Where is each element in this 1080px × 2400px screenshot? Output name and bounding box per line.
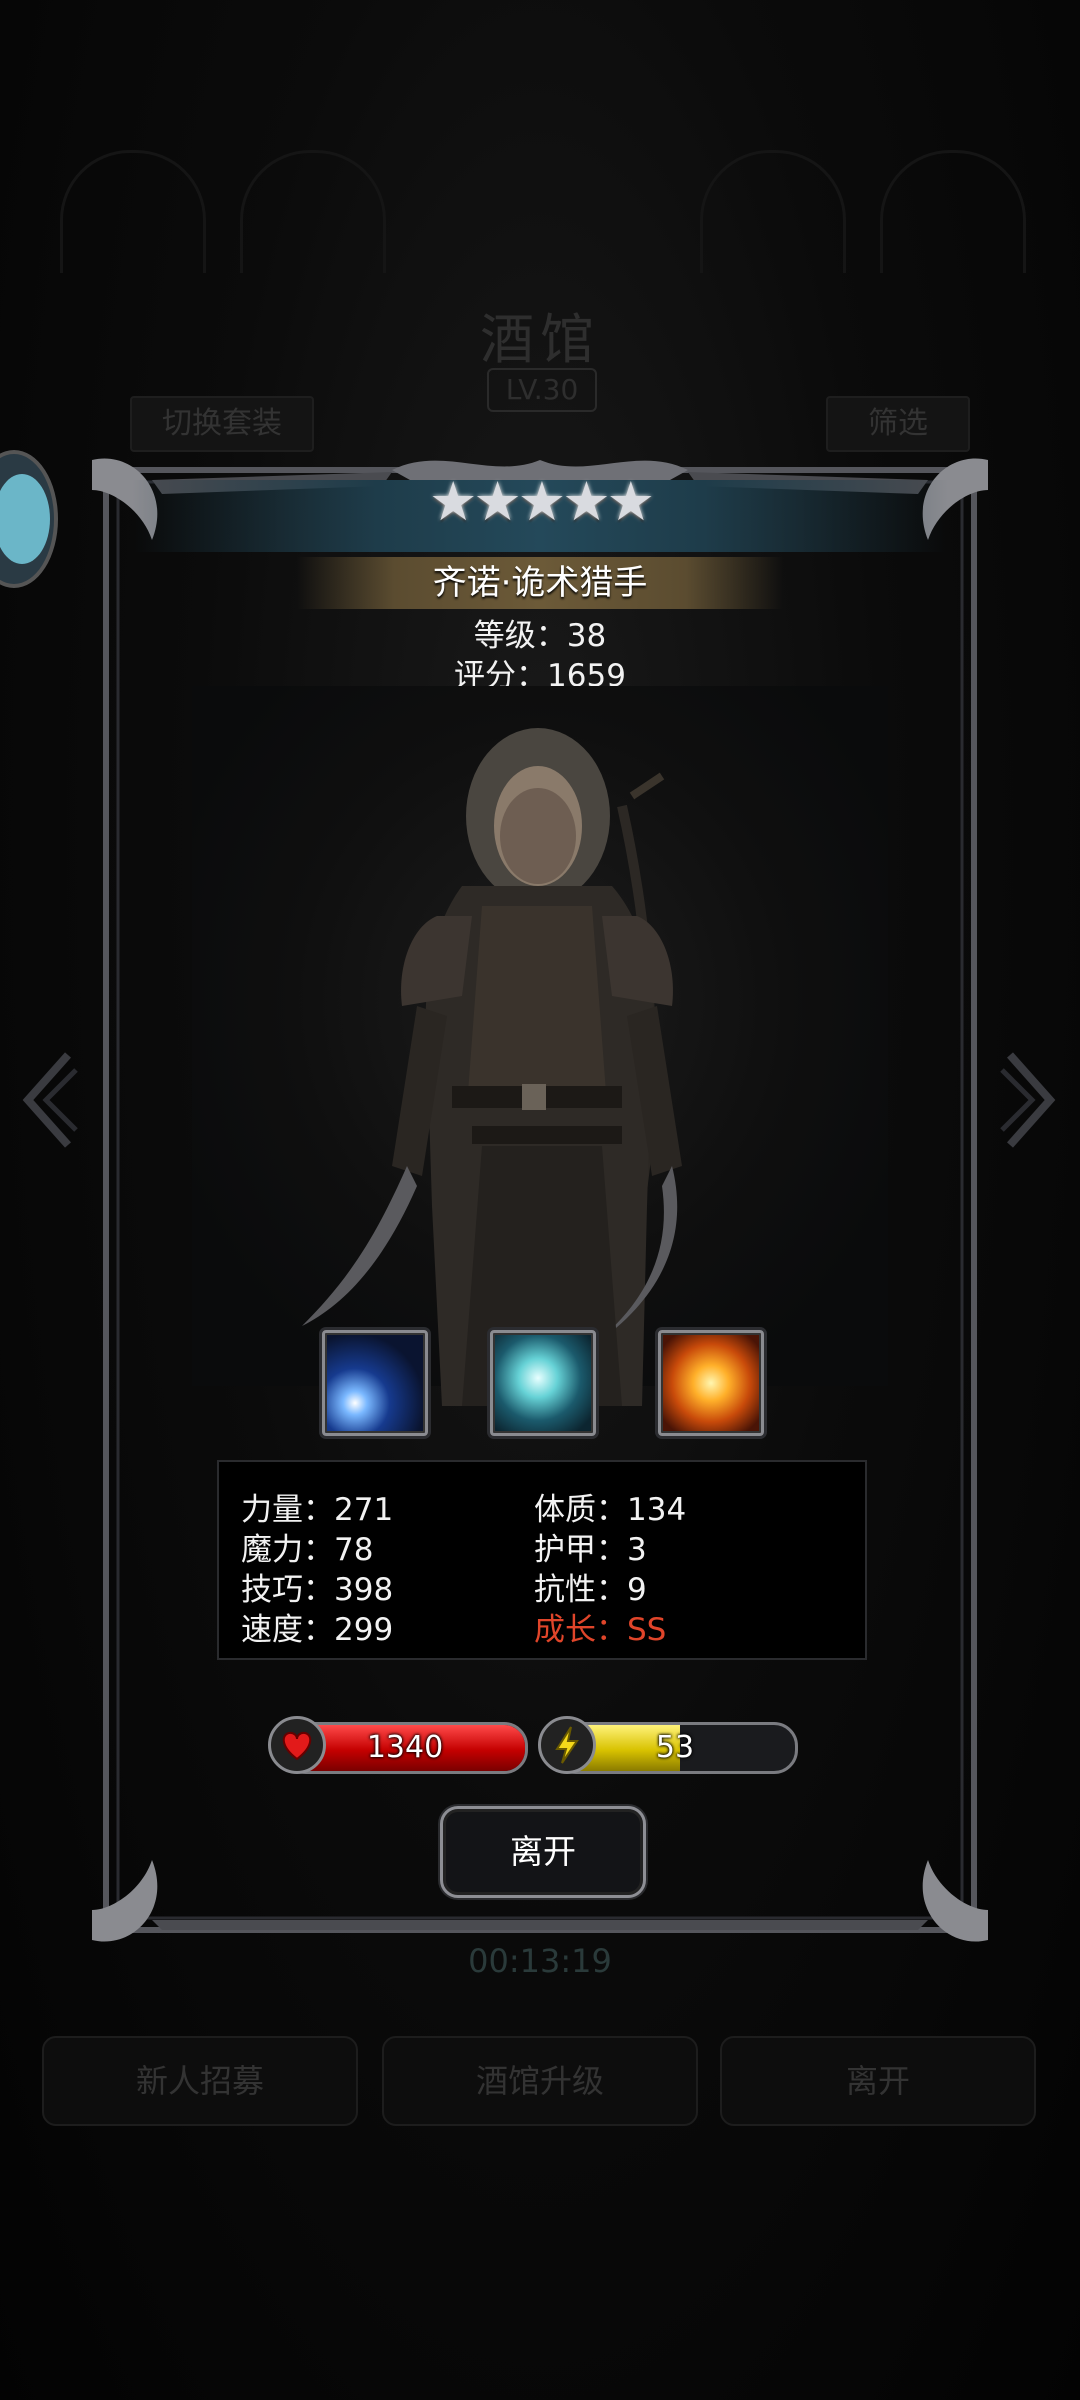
whirlwind-skill-icon[interactable] — [490, 1330, 596, 1436]
lightning-icon — [538, 1716, 596, 1774]
background-arch — [60, 150, 206, 273]
light-beam-skill-icon[interactable] — [322, 1330, 428, 1436]
new-recruit-button[interactable]: 新人招募 — [42, 2036, 358, 2126]
previous-hero-arrow-icon[interactable] — [18, 1050, 78, 1150]
heart-icon — [268, 1716, 326, 1774]
fire-explosion-skill-icon[interactable] — [658, 1330, 764, 1436]
stat-armor: 护甲：3 — [534, 1532, 647, 1568]
tavern-level-badge: LV.30 — [487, 368, 597, 412]
stat-strength: 力量：271 — [241, 1492, 394, 1528]
filter-button[interactable]: 筛选 — [826, 396, 970, 452]
stat-resistance: 抗性：9 — [534, 1572, 647, 1608]
background-arch — [880, 150, 1026, 273]
hero-name: 齐诺·诡术猎手 — [297, 557, 783, 609]
stat-constitution: 体质：134 — [534, 1492, 687, 1528]
stat-speed: 速度：299 — [241, 1612, 394, 1648]
hero-detail-modal: ★★★★★ 齐诺·诡术猎手 等级：38 评分：1659 力量：271 体质：13… — [92, 450, 988, 1950]
background-arch — [240, 150, 386, 273]
tavern-upgrade-button[interactable]: 酒馆升级 — [382, 2036, 698, 2126]
stat-magic: 魔力：78 — [241, 1532, 374, 1568]
background-leave-button[interactable]: 离开 — [720, 2036, 1036, 2126]
hero-level: 等级：38 — [473, 618, 607, 654]
star-rating-icon: ★★★★★ — [428, 470, 655, 533]
tavern-title: 酒馆 — [480, 308, 600, 371]
stats-panel: 力量：271 体质：134 魔力：78 护甲：3 技巧：398 抗性：9 速度：… — [217, 1460, 867, 1660]
background-arch — [700, 150, 846, 273]
stat-skill: 技巧：398 — [241, 1572, 394, 1608]
switch-set-button[interactable]: 切换套装 — [130, 396, 314, 452]
leave-button[interactable]: 离开 — [440, 1806, 646, 1898]
stat-growth: 成长：SS — [534, 1612, 667, 1648]
hero-portrait — [192, 686, 888, 1406]
next-hero-arrow-icon[interactable] — [1000, 1050, 1060, 1150]
